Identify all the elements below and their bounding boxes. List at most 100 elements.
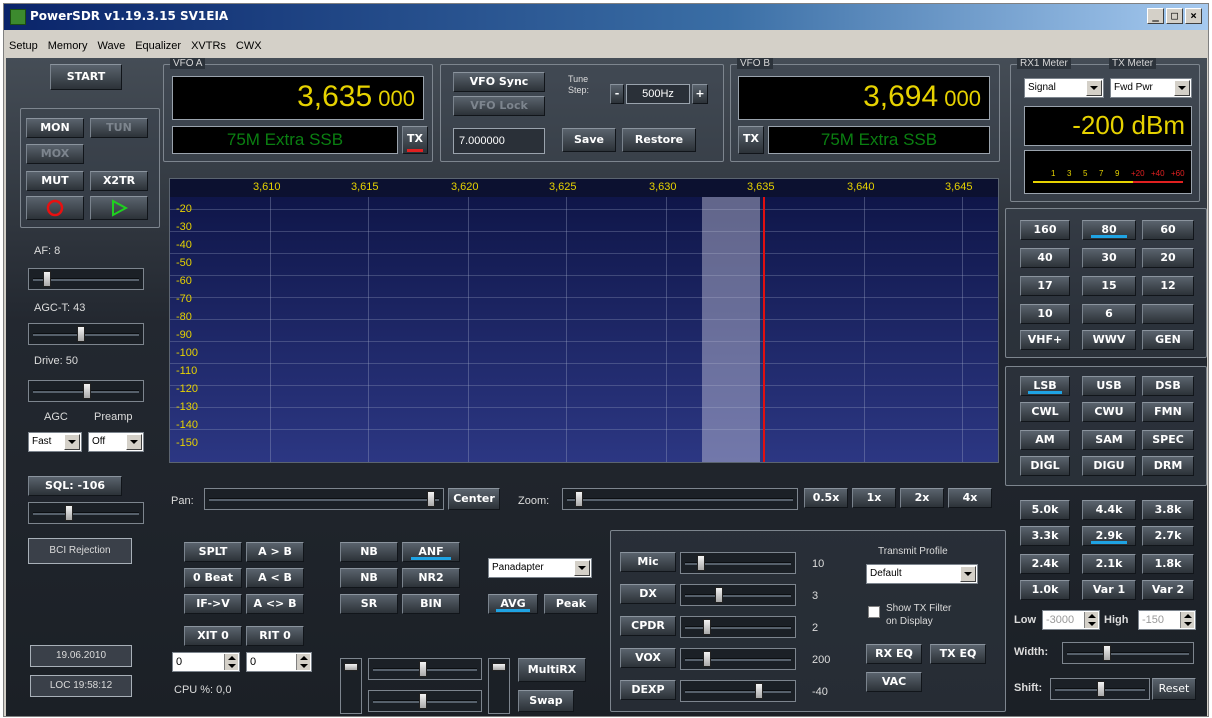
record-button[interactable] (26, 196, 84, 220)
play-button[interactable] (90, 196, 148, 220)
sr-button[interactable]: SR (340, 594, 398, 614)
band-15-button[interactable]: 15 (1082, 276, 1136, 296)
band-6-button[interactable]: 6 (1082, 304, 1136, 324)
x2tr-button[interactable]: X2TR (90, 171, 148, 191)
peak-button[interactable]: Peak (544, 594, 598, 614)
title-bar[interactable]: PowerSDR v1.19.3.15 SV1EIA _ □ × (4, 4, 1208, 30)
menu-wave[interactable]: Wave (92, 40, 130, 52)
band-30-button[interactable]: 30 (1082, 248, 1136, 268)
anf-button[interactable]: ANF (402, 542, 460, 562)
mut-button[interactable]: MUT (26, 171, 84, 191)
zoom-1x-button[interactable]: 1x (852, 488, 896, 508)
mon-button[interactable]: MON (26, 118, 84, 138)
multirx-button[interactable]: MultiRX (518, 658, 586, 682)
if-to-v-button[interactable]: IF->V (184, 594, 242, 614)
filter-width-slider[interactable] (1062, 642, 1194, 664)
band-10-button[interactable]: 10 (1020, 304, 1070, 324)
multirx-volume-slider[interactable] (340, 658, 362, 714)
mode-digu-button[interactable]: DIGU (1082, 456, 1136, 476)
avg-button[interactable]: AVG (488, 594, 538, 614)
vfo-a-tx-button[interactable]: TX (402, 126, 428, 154)
panadapter-display[interactable]: 3,610 3,615 3,620 3,625 3,630 3,635 3,64… (169, 178, 999, 463)
display-mode-select[interactable]: Panadapter (488, 558, 592, 578)
zoom-0-5x-button[interactable]: 0.5x (804, 488, 848, 508)
transmit-profile-select[interactable]: Default (866, 564, 978, 584)
agct-slider[interactable] (28, 323, 144, 345)
menu-setup[interactable]: Setup (4, 40, 43, 52)
dexp-slider[interactable] (680, 680, 796, 702)
pan-slider[interactable] (204, 488, 444, 510)
vfo-a-frequency[interactable]: 3,635 000 (172, 76, 424, 120)
nb2-button[interactable]: NB (340, 568, 398, 588)
show-tx-filter-checkbox[interactable] (868, 606, 880, 618)
nb-button[interactable]: NB (340, 542, 398, 562)
filter-5-0k-button[interactable]: 5.0k (1020, 500, 1070, 520)
swap-button[interactable]: Swap (518, 690, 574, 712)
b-to-a-button[interactable]: A < B (246, 568, 304, 588)
band-40-button[interactable]: 40 (1020, 248, 1070, 268)
multirx-gain-slider[interactable] (368, 658, 482, 680)
zoom-slider[interactable] (562, 488, 798, 510)
bci-rejection-button[interactable]: BCI Rejection (28, 538, 132, 564)
filter-passband[interactable] (702, 197, 760, 462)
filter-2-4k-button[interactable]: 2.4k (1020, 554, 1070, 574)
filter-4-4k-button[interactable]: 4.4k (1082, 500, 1136, 520)
cpdr-slider[interactable] (680, 616, 796, 638)
swap-ab-button[interactable]: A <> B (246, 594, 304, 614)
tune-step-up-button[interactable]: + (692, 84, 708, 104)
mode-am-button[interactable]: AM (1020, 430, 1070, 450)
mode-dsb-button[interactable]: DSB (1142, 376, 1194, 396)
filter-high-input[interactable]: -150 (1138, 610, 1196, 630)
mic-slider[interactable] (680, 552, 796, 574)
zero-beat-button[interactable]: 0 Beat (184, 568, 242, 588)
filter-var1-button[interactable]: Var 1 (1082, 580, 1136, 600)
center-button[interactable]: Center (448, 488, 500, 510)
mic-button[interactable]: Mic (620, 552, 676, 572)
band-wwv-button[interactable]: WWV (1082, 330, 1136, 350)
start-button[interactable]: START (50, 64, 122, 90)
mode-cwl-button[interactable]: CWL (1020, 402, 1070, 422)
dx-button[interactable]: DX (620, 584, 676, 604)
preamp-select[interactable]: Off (88, 432, 144, 452)
vac-button[interactable]: VAC (866, 672, 922, 692)
restore-button[interactable]: Restore (622, 128, 696, 152)
agc-select[interactable]: Fast (28, 432, 82, 452)
xit-button[interactable]: XIT 0 (184, 626, 242, 646)
xit-input[interactable]: 0 (172, 652, 240, 672)
tx-eq-button[interactable]: TX EQ (930, 644, 986, 664)
menu-memory[interactable]: Memory (43, 40, 93, 52)
filter-2-1k-button[interactable]: 2.1k (1082, 554, 1136, 574)
sql-button[interactable]: SQL: -106 (28, 476, 122, 496)
filter-1-8k-button[interactable]: 1.8k (1142, 554, 1194, 574)
menu-cwx[interactable]: CWX (231, 40, 267, 52)
bin-button[interactable]: BIN (402, 594, 460, 614)
frequency-entry[interactable]: 7.000000 (453, 128, 545, 154)
mode-fmn-button[interactable]: FMN (1142, 402, 1194, 422)
mode-spec-button[interactable]: SPEC (1142, 430, 1194, 450)
mode-cwu-button[interactable]: CWU (1082, 402, 1136, 422)
tune-step-down-button[interactable]: - (610, 84, 624, 104)
mode-lsb-button[interactable]: LSB (1020, 376, 1070, 396)
filter-2-7k-button[interactable]: 2.7k (1142, 526, 1194, 546)
rx-eq-button[interactable]: RX EQ (866, 644, 922, 664)
filter-2-9k-button[interactable]: 2.9k (1082, 526, 1136, 546)
vfo-b-tx-button[interactable]: TX (738, 126, 764, 154)
filter-1-0k-button[interactable]: 1.0k (1020, 580, 1070, 600)
af-slider[interactable] (28, 268, 144, 290)
vfo-sync-button[interactable]: VFO Sync (453, 72, 545, 92)
mode-digl-button[interactable]: DIGL (1020, 456, 1070, 476)
tun-button[interactable]: TUN (90, 118, 148, 138)
vfo-b-frequency[interactable]: 3,694 000 (738, 76, 990, 120)
zoom-2x-button[interactable]: 2x (900, 488, 944, 508)
band-17-button[interactable]: 17 (1020, 276, 1070, 296)
menu-xvtrs[interactable]: XVTRs (186, 40, 231, 52)
nr2-button[interactable]: NR2 (402, 568, 460, 588)
split-button[interactable]: SPLT (184, 542, 242, 562)
filter-var2-button[interactable]: Var 2 (1142, 580, 1194, 600)
filter-shift-slider[interactable] (1050, 678, 1150, 700)
cpdr-button[interactable]: CPDR (620, 616, 676, 636)
menu-equalizer[interactable]: Equalizer (130, 40, 186, 52)
band-160-button[interactable]: 160 (1020, 220, 1070, 240)
mode-usb-button[interactable]: USB (1082, 376, 1136, 396)
band-gen-button[interactable]: GEN (1142, 330, 1194, 350)
